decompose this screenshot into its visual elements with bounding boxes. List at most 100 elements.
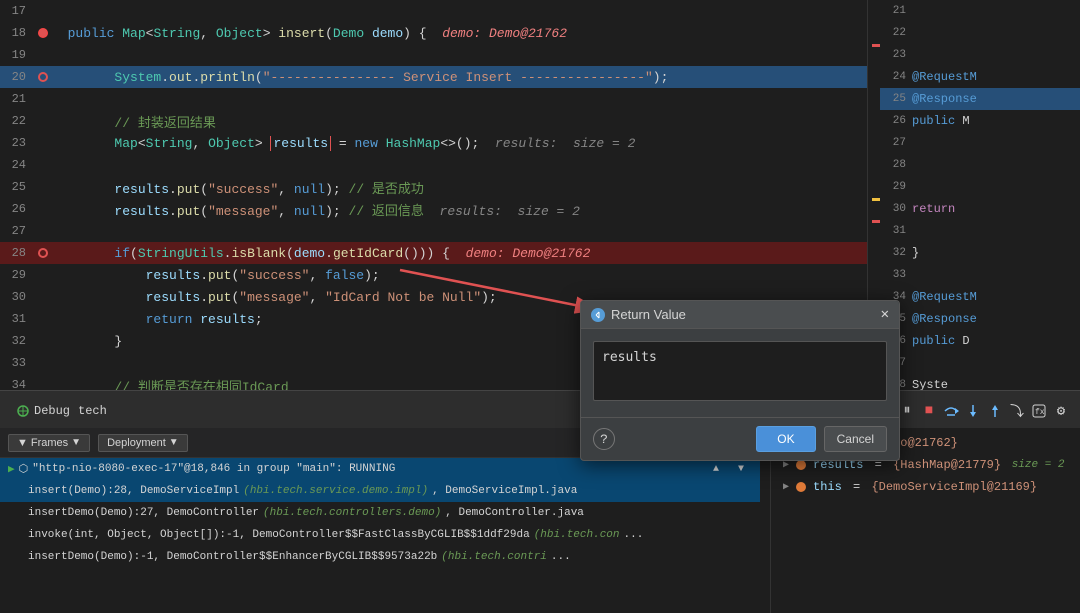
main-container: 17 18 public Map<String, Object> insert(… bbox=[0, 0, 1080, 613]
frame-1-file: (hbi.tech.controllers.demo) bbox=[263, 507, 441, 519]
frame-2-method: invoke(int, Object, Object[]):-1, DemoCo… bbox=[28, 529, 530, 541]
var-results-icon bbox=[796, 460, 806, 470]
right-line-36: 36 public D bbox=[880, 330, 1080, 352]
right-line-28: 28 bbox=[880, 154, 1080, 176]
code-area: 17 18 public Map<String, Object> insert(… bbox=[0, 0, 1080, 390]
var-this: ▶ this = {DemoServiceImpl@21169} bbox=[775, 476, 1076, 498]
settings-btn[interactable]: ⚙ bbox=[1050, 400, 1072, 422]
debug-tab[interactable]: Debug tech bbox=[8, 400, 115, 422]
return-icon bbox=[593, 310, 603, 320]
right-line-27: 27 bbox=[880, 132, 1080, 154]
thread-icon: ⬡ bbox=[19, 462, 29, 476]
error-circle[interactable] bbox=[38, 72, 48, 82]
var-this-arrow[interactable]: ▶ bbox=[783, 481, 789, 493]
step-out-btn[interactable] bbox=[984, 400, 1006, 422]
frames-button[interactable]: ▼ Frames ▼ bbox=[8, 434, 90, 452]
breakpoint-dot[interactable] bbox=[38, 28, 48, 38]
right-line-35: 35 @Response bbox=[880, 308, 1080, 330]
thread-collapse-btn[interactable]: ▼ bbox=[730, 458, 752, 480]
stack-frame-1[interactable]: insertDemo(Demo):27, DemoController (hbi… bbox=[0, 502, 760, 524]
thread-running-icon: ▶ bbox=[8, 462, 15, 476]
frame-2-extra: ... bbox=[624, 529, 644, 541]
dialog-close-btn[interactable]: ✕ bbox=[881, 308, 889, 322]
gutter-marker-1 bbox=[872, 44, 880, 47]
code-line-18: 18 public Map<String, Object> insert(Dem… bbox=[0, 22, 867, 44]
code-line-19: 19 bbox=[0, 44, 867, 66]
step-over-icon bbox=[943, 404, 959, 418]
var-results-value: {HashMap@21779} bbox=[893, 458, 1001, 472]
gutter-marker-3 bbox=[872, 220, 880, 223]
stop-btn[interactable]: ■ bbox=[918, 400, 940, 422]
code-line-20: 20 System.out.println("---------------- … bbox=[0, 66, 867, 88]
thread-expand-btn[interactable]: ▲ bbox=[705, 458, 727, 480]
thread-name: "http-nio-8080-exec-17"@18,846 in group … bbox=[32, 463, 395, 475]
results-box: results bbox=[270, 136, 331, 151]
frame-3-extra: ... bbox=[551, 551, 571, 563]
return-value-dialog[interactable]: Return Value ✕ results ? OK Cancel bbox=[580, 300, 900, 461]
debug-tab-name: tech bbox=[78, 404, 107, 418]
var-this-value: {DemoServiceImpl@21169} bbox=[871, 480, 1037, 494]
step-into-icon bbox=[966, 404, 980, 418]
step-into-btn[interactable] bbox=[962, 400, 984, 422]
right-line-38: 38 Syste bbox=[880, 374, 1080, 390]
var-this-name: this bbox=[813, 480, 842, 494]
return-value-input[interactable]: results bbox=[593, 341, 887, 401]
code-line-29: 29 results.put("success", false); bbox=[0, 264, 867, 286]
dialog-buttons: OK Cancel bbox=[756, 426, 887, 452]
thread-item-main[interactable]: ▶ ⬡ "http-nio-8080-exec-17"@18,846 in gr… bbox=[0, 458, 760, 480]
frame-0-file: (hbi.tech.service.demo.impl) bbox=[243, 485, 428, 497]
code-line-23: 23 Map<String, Object> results = new Has… bbox=[0, 132, 867, 154]
error-circle-28[interactable] bbox=[38, 248, 48, 258]
right-line-33: 33 bbox=[880, 264, 1080, 286]
right-line-37: 37 bbox=[880, 352, 1080, 374]
stack-frame-3[interactable]: insertDemo(Demo):-1, DemoController$$Enh… bbox=[0, 546, 760, 568]
stack-frame-2[interactable]: invoke(int, Object, Object[]):-1, DemoCo… bbox=[0, 524, 760, 546]
ok-button[interactable]: OK bbox=[756, 426, 815, 452]
right-code-panel: 21 22 23 24 @RequestM 25 @Response 26 p bbox=[880, 0, 1080, 390]
dialog-footer: ? OK Cancel bbox=[581, 417, 899, 460]
evaluate-btn[interactable]: fx bbox=[1028, 400, 1050, 422]
dialog-title: Return Value bbox=[611, 307, 686, 322]
right-line-32: 32 } bbox=[880, 242, 1080, 264]
frame-1-extra: , DemoController.java bbox=[445, 507, 584, 519]
code-line-28: 28 if(StringUtils.isBlank(demo.getIdCard… bbox=[0, 242, 867, 264]
code-line-26: 26 results.put("message", null); // 返回信息… bbox=[0, 198, 867, 220]
code-line-27: 27 bbox=[0, 220, 867, 242]
right-line-29: 29 bbox=[880, 176, 1080, 198]
code-line-21: 21 bbox=[0, 88, 867, 110]
gutter-marker-2 bbox=[872, 198, 880, 201]
thread-panel: ▶ ⬡ "http-nio-8080-exec-17"@18,846 in gr… bbox=[0, 458, 760, 568]
right-line-22: 22 bbox=[880, 22, 1080, 44]
code-line-24: 24 bbox=[0, 154, 867, 176]
frame-1-method: insertDemo(Demo):27, DemoController bbox=[28, 507, 259, 519]
right-line-30: 30 return bbox=[880, 198, 1080, 220]
code-line-17: 17 bbox=[0, 0, 867, 22]
stack-area: ▼ Frames ▼ Deployment ▼ ↑ ▶ bbox=[0, 432, 1080, 572]
debug-toolbar: Debug tech Server ▶ ⏸ ■ bbox=[0, 390, 1080, 432]
debug-label: Debug bbox=[34, 404, 70, 418]
run-to-cursor-btn[interactable]: ⤵ bbox=[1006, 400, 1028, 422]
frame-0-method: insert(Demo):28, DemoServiceImpl bbox=[28, 485, 239, 497]
frame-0-extra: , DemoServiceImpl.java bbox=[432, 485, 577, 497]
frame-3-file: (hbi.tech.contri bbox=[441, 551, 547, 563]
dialog-body: results bbox=[581, 329, 899, 417]
deployment-button[interactable]: Deployment ▼ bbox=[98, 434, 188, 452]
dialog-icon bbox=[591, 308, 605, 322]
frame-3-method: insertDemo(Demo):-1, DemoController$$Enh… bbox=[28, 551, 437, 563]
right-line-23: 23 bbox=[880, 44, 1080, 66]
right-line-25: 25 @Response bbox=[880, 88, 1080, 110]
bug-icon bbox=[16, 404, 30, 418]
help-button[interactable]: ? bbox=[593, 428, 615, 450]
var-this-icon bbox=[796, 482, 806, 492]
code-line-22: 22 // 封装返回结果 bbox=[0, 110, 867, 132]
frame-2-file: (hbi.tech.con bbox=[534, 529, 620, 541]
var-results-size: size = 2 bbox=[1005, 459, 1064, 471]
right-line-31: 31 bbox=[880, 220, 1080, 242]
right-line-21: 21 bbox=[880, 0, 1080, 22]
stack-frame-0[interactable]: insert(Demo):28, DemoServiceImpl (hbi.te… bbox=[0, 480, 760, 502]
svg-text:fx: fx bbox=[1035, 408, 1045, 417]
step-over-btn[interactable] bbox=[940, 400, 962, 422]
dialog-header: Return Value ✕ bbox=[581, 301, 899, 329]
cancel-button[interactable]: Cancel bbox=[824, 426, 887, 452]
evaluate-icon: fx bbox=[1032, 404, 1046, 418]
